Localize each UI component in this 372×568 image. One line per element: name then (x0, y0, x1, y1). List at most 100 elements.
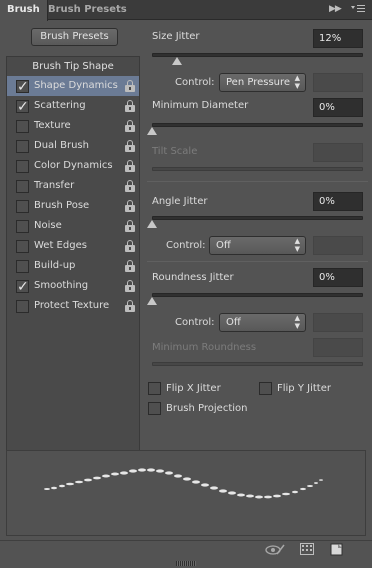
brush-tip-shape-item[interactable]: Brush Tip Shape (7, 57, 139, 76)
brush-option-checkbox[interactable]: ✓ (16, 99, 29, 115)
create-new-brush-icon[interactable] (330, 543, 343, 556)
select-arrows-icon: ▲ ▼ (294, 314, 300, 330)
brush-option-label: Protect Texture (34, 300, 110, 311)
checkmark-icon: ✓ (17, 99, 29, 115)
brush-option-label: Shape Dynamics (34, 80, 118, 91)
brush-option-row[interactable]: Dual Brush (7, 136, 139, 156)
lock-icon[interactable] (125, 80, 135, 92)
brush-option-checkbox[interactable] (16, 220, 29, 233)
select-arrows-icon: ▲ ▼ (294, 237, 300, 253)
brush-option-row[interactable]: Brush Pose (7, 196, 139, 216)
size-jitter-field[interactable]: 12% (313, 29, 363, 48)
lock-icon[interactable] (125, 100, 135, 112)
checkmark-icon: ✓ (17, 79, 29, 95)
double-chevron-right-icon[interactable]: ▶▶ (329, 4, 342, 14)
checkmark-icon: ✓ (17, 279, 29, 295)
flip-x-jitter-label: Flip X Jitter (166, 383, 221, 394)
minimum-diameter-slider-thumb[interactable] (147, 127, 157, 135)
section-divider (147, 261, 368, 262)
minimum-diameter-label: Minimum Diameter (152, 100, 249, 111)
minimum-diameter-slider[interactable] (152, 123, 363, 127)
size-jitter-slider[interactable] (152, 53, 363, 57)
brush-projection-checkbox[interactable] (148, 402, 161, 415)
roundness-jitter-slider-thumb[interactable] (147, 297, 157, 305)
brush-option-checkbox[interactable]: ✓ (16, 279, 29, 295)
lock-icon[interactable] (125, 140, 135, 152)
panel-menu-icon[interactable] (351, 3, 365, 18)
flip-y-jitter-label: Flip Y Jitter (277, 383, 331, 394)
brush-grid-icon[interactable] (300, 543, 314, 555)
roundness-control-label: Control: (175, 317, 215, 328)
section-divider (147, 181, 368, 182)
brush-option-label: Transfer (34, 180, 75, 191)
brush-option-label: Scattering (34, 100, 86, 111)
angle-jitter-slider-thumb[interactable] (147, 220, 157, 228)
lock-icon[interactable] (125, 120, 135, 132)
roundness-control-select[interactable]: Off ▲ ▼ (219, 313, 306, 332)
lock-icon[interactable] (125, 300, 135, 312)
brush-option-checkbox[interactable] (16, 180, 29, 193)
lock-icon[interactable] (125, 240, 135, 252)
tilt-scale-field (313, 143, 363, 162)
brush-option-checkbox[interactable]: ✓ (16, 79, 29, 95)
brush-option-label: Texture (34, 120, 71, 131)
tab-brush-presets[interactable]: Brush Presets (41, 0, 134, 20)
roundness-jitter-label: Roundness Jitter (152, 272, 234, 283)
minimum-diameter-field[interactable]: 0% (313, 98, 363, 117)
brush-stroke-preview (6, 450, 366, 536)
brush-option-row[interactable]: Noise (7, 216, 139, 236)
brush-option-row[interactable]: ✓ Shape Dynamics (7, 76, 139, 96)
brush-option-checkbox[interactable] (16, 200, 29, 213)
brush-option-row[interactable]: Color Dynamics (7, 156, 139, 176)
brush-option-row[interactable]: ✓ Smoothing (7, 276, 139, 296)
brush-option-row[interactable]: Wet Edges (7, 236, 139, 256)
brush-option-checkbox[interactable] (16, 140, 29, 153)
brush-option-checkbox[interactable] (16, 300, 29, 313)
toggle-live-tip-icon[interactable] (265, 543, 285, 557)
size-control-label: Control: (175, 77, 215, 88)
brush-option-checkbox[interactable] (16, 260, 29, 273)
angle-jitter-slider[interactable] (152, 216, 363, 220)
angle-control-label: Control: (166, 240, 206, 251)
lock-icon[interactable] (125, 180, 135, 192)
lock-icon[interactable] (125, 200, 135, 212)
size-jitter-slider-thumb[interactable] (172, 57, 182, 65)
lock-icon[interactable] (125, 280, 135, 292)
size-jitter-label: Size Jitter (152, 31, 200, 42)
brush-stroke-preview-image (44, 468, 323, 499)
brush-option-label: Wet Edges (34, 240, 87, 251)
tilt-scale-slider (152, 167, 363, 171)
brush-option-row[interactable]: Protect Texture (7, 296, 139, 316)
lock-icon[interactable] (125, 260, 135, 272)
brush-option-checkbox[interactable] (16, 120, 29, 133)
minimum-roundness-slider (152, 362, 363, 366)
angle-jitter-field[interactable]: 0% (313, 192, 363, 211)
flip-y-jitter-checkbox[interactable] (259, 382, 272, 395)
brush-option-label: Color Dynamics (34, 160, 113, 171)
flip-x-jitter-checkbox[interactable] (148, 382, 161, 395)
brush-option-label: Brush Pose (34, 200, 90, 211)
brush-option-row[interactable]: Texture (7, 116, 139, 136)
brush-option-checkbox[interactable] (16, 160, 29, 173)
roundness-control-aux-field (313, 313, 363, 332)
minimum-roundness-label: Minimum Roundness (152, 342, 257, 353)
brush-presets-button[interactable]: Brush Presets (31, 28, 118, 46)
lock-icon[interactable] (125, 160, 135, 172)
lock-icon[interactable] (125, 220, 135, 232)
select-arrows-icon: ▲ ▼ (294, 74, 300, 90)
minimum-roundness-field (313, 338, 363, 357)
brush-option-row[interactable]: ✓ Scattering (7, 96, 139, 116)
size-control-select[interactable]: Pen Pressure ▲ ▼ (219, 73, 306, 92)
roundness-jitter-field[interactable]: 0% (313, 268, 363, 287)
roundness-control-value: Off (226, 317, 241, 328)
roundness-jitter-slider[interactable] (152, 293, 363, 297)
tilt-scale-label: Tilt Scale (152, 146, 198, 157)
size-control-value: Pen Pressure (226, 77, 291, 88)
brush-option-row[interactable]: Build-up (7, 256, 139, 276)
resize-grip[interactable] (176, 561, 196, 566)
angle-control-select[interactable]: Off ▲ ▼ (209, 236, 306, 255)
brush-option-label: Build-up (34, 260, 76, 271)
brush-option-checkbox[interactable] (16, 240, 29, 253)
brush-option-row[interactable]: Transfer (7, 176, 139, 196)
angle-jitter-label: Angle Jitter (152, 196, 208, 207)
